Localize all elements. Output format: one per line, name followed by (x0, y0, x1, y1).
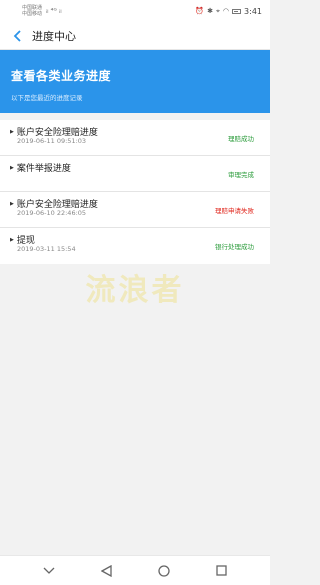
app-header: 进度中心 (0, 22, 270, 50)
nav-home-button[interactable] (154, 561, 174, 581)
record-date: 2019-06-11 09:51:03 (17, 137, 87, 145)
status-right: ⏰ ✱ ⌖ ◠ 3:41 (195, 7, 262, 16)
record-date: 2019-03-11 15:54 (17, 245, 76, 253)
battery-icon (232, 8, 242, 14)
status-bar: 中国联通 中国移动 ᵢₗ ⁴ᴳ ᵢₗ ⏰ ✱ ⌖ ◠ 3:41 (0, 0, 270, 22)
nav-recent-button[interactable] (211, 561, 231, 581)
record-date: 2019-06-10 22:46:05 (17, 209, 87, 217)
carrier-info: 中国联通 中国移动 (22, 5, 42, 17)
list-item[interactable]: ▶ 提现 2019-03-11 15:54 银行处理成功 (0, 228, 270, 264)
location-icon: ⌖ (215, 6, 220, 15)
status-time: 3:41 (244, 6, 262, 16)
record-status: 理赔成功 (228, 135, 254, 143)
chevron-down-icon (43, 567, 55, 574)
record-status: 银行处理成功 (215, 243, 254, 251)
list-item[interactable]: ▶ 账户安全险理赔进度 2019-06-10 22:46:05 理赔申请失败 (0, 192, 270, 228)
chevron-left-icon (13, 29, 21, 42)
banner-subtitle: 以下是您最近的进度记录 (11, 94, 83, 102)
status-left: 中国联通 中国移动 ᵢₗ ⁴ᴳ ᵢₗ (22, 5, 62, 17)
bluetooth-icon: ✱ (207, 7, 213, 15)
nav-collapse-button[interactable] (39, 561, 59, 581)
caret-right-icon: ▶ (10, 200, 14, 207)
progress-list: ▶ 账户安全险理赔进度 2019-06-11 09:51:03 理赔成功 ▶ 案… (0, 120, 270, 264)
caret-right-icon: ▶ (10, 236, 14, 243)
system-nav-bar (0, 555, 270, 585)
record-title-text: 案件举报进度 (16, 164, 71, 174)
alarm-icon: ⏰ (195, 7, 205, 15)
square-recent-icon (216, 565, 227, 576)
signal-icon: ᵢₗ ⁴ᴳ ᵢₗ (46, 7, 62, 15)
banner-title: 查看各类业务进度 (11, 69, 112, 83)
list-item[interactable]: ▶ 账户安全险理赔进度 2019-06-11 09:51:03 理赔成功 (0, 120, 270, 156)
caret-right-icon: ▶ (10, 164, 14, 171)
page-title: 进度中心 (32, 29, 76, 43)
triangle-back-icon (100, 564, 112, 577)
caret-right-icon: ▶ (10, 128, 14, 135)
back-button[interactable] (8, 27, 26, 45)
record-title: ▶ 案件举报进度 (10, 161, 71, 174)
nav-back-button[interactable] (96, 561, 116, 581)
record-status: 审理完成 (228, 171, 254, 179)
circle-home-icon (158, 564, 170, 577)
watermark-text: 流浪者 (85, 273, 185, 308)
list-item[interactable]: ▶ 案件举报进度 审理完成 (0, 156, 270, 192)
banner: 查看各类业务进度 以下是您最近的进度记录 (0, 50, 270, 113)
carrier-2: 中国移动 (22, 11, 43, 17)
wifi-icon: ◠ (222, 7, 230, 15)
record-status: 理赔申请失败 (215, 207, 254, 215)
